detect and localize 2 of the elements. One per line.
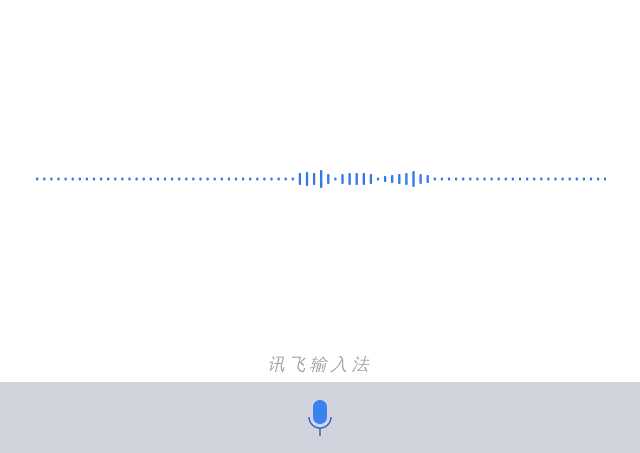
microphone-icon[interactable] [306,398,334,436]
brand-label: 讯飞输入法 [268,354,372,376]
